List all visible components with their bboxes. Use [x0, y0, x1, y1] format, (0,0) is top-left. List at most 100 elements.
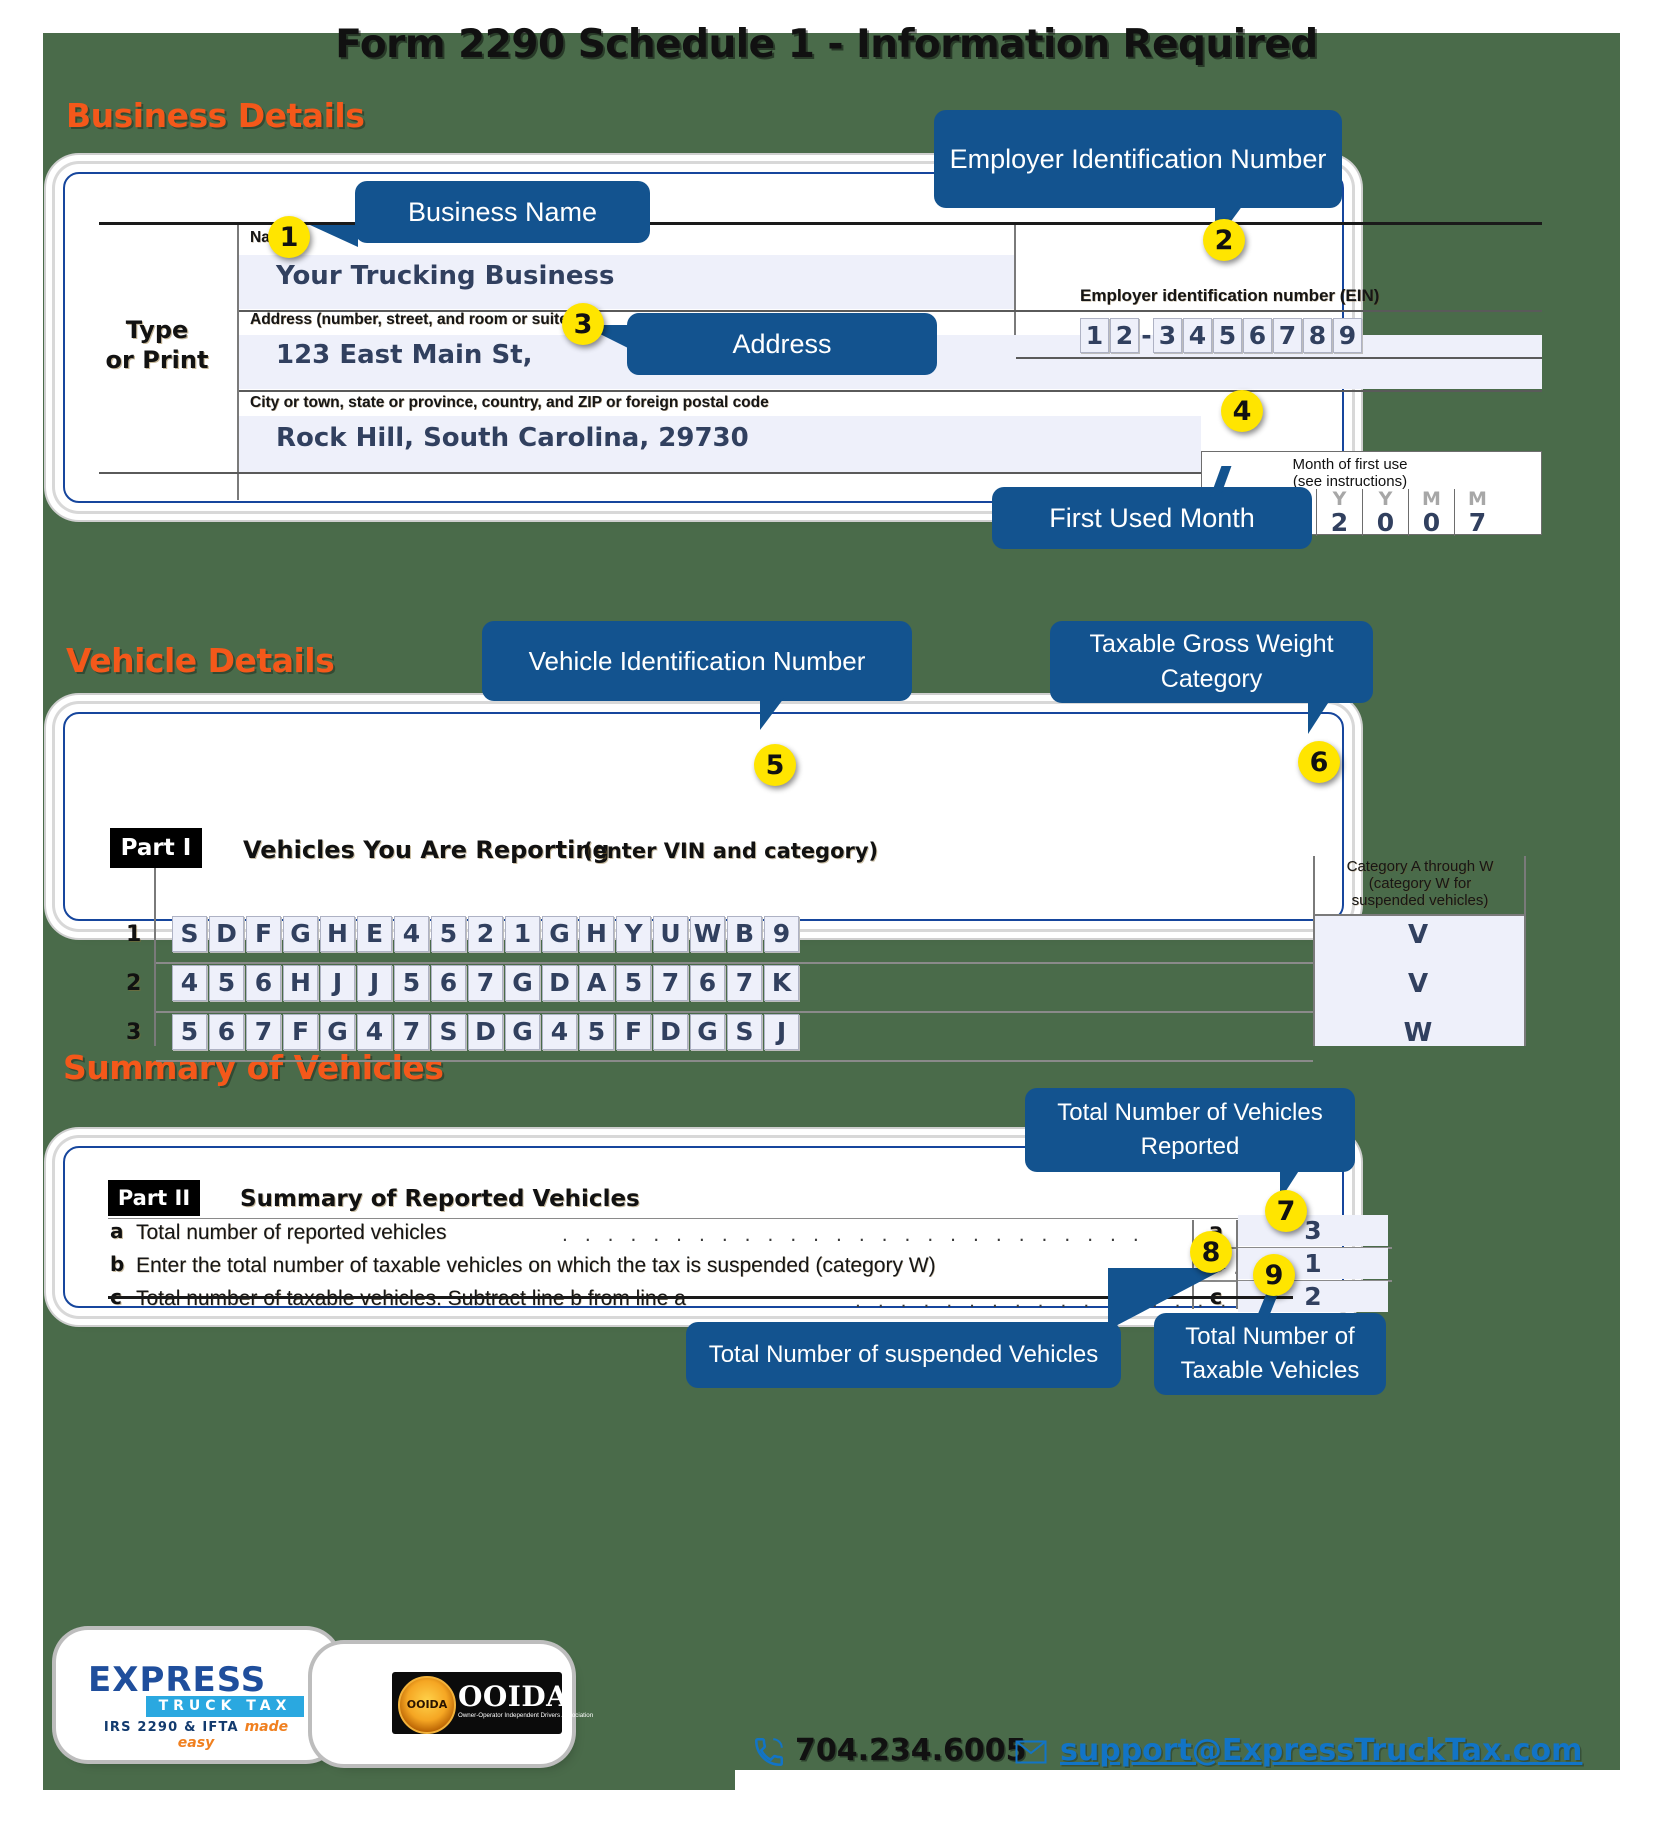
ein-digit-8[interactable]: 8: [1303, 318, 1332, 353]
vehicle-details-form-panel: [63, 712, 1344, 921]
mfu-cell-5[interactable]: M7: [1455, 489, 1500, 536]
category-header-line2: (category W for: [1368, 875, 1472, 892]
vin-char-2-11[interactable]: A: [579, 965, 614, 1001]
vin-char-2-0[interactable]: 4: [172, 965, 207, 1001]
express-truck-tax-logo[interactable]: EXPRESS TRUCK TAX IRS 2290 & IFTA made e…: [88, 1660, 304, 1751]
truck-tax-wordmark: TRUCK TAX: [146, 1696, 304, 1717]
ein-digit-5[interactable]: 5: [1213, 318, 1242, 353]
vin-char-1-3[interactable]: G: [283, 916, 318, 952]
vin-char-1-13[interactable]: U: [653, 916, 688, 952]
vin-char-3-11[interactable]: 5: [579, 1014, 614, 1050]
vin-char-1-11[interactable]: H: [579, 916, 614, 952]
vin-char-1-12[interactable]: Y: [616, 916, 651, 952]
vin-char-1-10[interactable]: G: [542, 916, 577, 952]
section-heading-summary-of-vehicles: Summary of Vehicles: [63, 1048, 444, 1087]
mfu-digit-5[interactable]: 7: [1455, 510, 1500, 536]
vin-char-3-1[interactable]: 6: [209, 1014, 244, 1050]
vin-char-3-8[interactable]: D: [468, 1014, 503, 1050]
vin-char-2-4[interactable]: J: [320, 965, 355, 1001]
vin-char-3-12[interactable]: F: [616, 1014, 651, 1050]
ooida-seal-text: OOIDA: [406, 1698, 448, 1711]
ein-digit-1[interactable]: 2: [1110, 318, 1139, 353]
vin-char-3-15[interactable]: S: [727, 1014, 762, 1050]
address-value[interactable]: 123 East Main St,: [276, 340, 533, 370]
vin-char-3-4[interactable]: G: [320, 1014, 355, 1050]
vin-row-3[interactable]: 567FG47SDG45FDGSJ: [172, 1014, 801, 1050]
vin-char-3-6[interactable]: 7: [394, 1014, 429, 1050]
part-2-title: Summary of Reported Vehicles: [240, 1186, 640, 1212]
mfu-digit-3[interactable]: 0: [1363, 510, 1408, 536]
vin-char-1-7[interactable]: 5: [431, 916, 466, 952]
phone-number[interactable]: 704.234.6005: [795, 1733, 1027, 1768]
vin-char-2-2[interactable]: 6: [246, 965, 281, 1001]
vin-char-1-4[interactable]: H: [320, 916, 355, 952]
vin-char-1-9[interactable]: 1: [505, 916, 540, 952]
ein-digit-6[interactable]: 6: [1243, 318, 1272, 353]
vin-char-3-14[interactable]: G: [690, 1014, 725, 1050]
ooida-logo[interactable]: OOIDA OOIDA Owner-Operator Independent D…: [392, 1672, 593, 1734]
vin-char-1-0[interactable]: S: [172, 916, 207, 952]
ein-digit-0[interactable]: 1: [1080, 318, 1109, 353]
callout-1-tail: [310, 225, 358, 247]
city-value[interactable]: Rock Hill, South Carolina, 29730: [276, 423, 749, 453]
ein-digit-boxes[interactable]: 12-3456789: [1080, 318, 1363, 353]
summary-text-a: Total number of reported vehicles: [136, 1221, 447, 1244]
vin-category-3[interactable]: W: [1316, 1018, 1520, 1048]
vin-char-2-9[interactable]: G: [505, 965, 540, 1001]
mfu-cell-4[interactable]: M0: [1409, 489, 1455, 536]
mfu-digit-2[interactable]: 2: [1317, 510, 1362, 536]
vin-char-3-3[interactable]: F: [283, 1014, 318, 1050]
vin-char-2-7[interactable]: 6: [431, 965, 466, 1001]
vin-char-3-10[interactable]: 4: [542, 1014, 577, 1050]
ooida-wordmark: OOIDA: [458, 1680, 569, 1713]
vin-category-1[interactable]: V: [1316, 920, 1520, 950]
vin-row-1[interactable]: SDFGHE4521GHYUWB9: [172, 916, 801, 952]
vin-char-3-5[interactable]: 4: [357, 1014, 392, 1050]
callout-6-tail: [1308, 700, 1330, 734]
vin-row-rule-2: [156, 1011, 1313, 1013]
vin-char-2-16[interactable]: K: [764, 965, 799, 1001]
vin-char-1-2[interactable]: F: [246, 916, 281, 952]
vin-char-1-16[interactable]: 9: [764, 916, 799, 952]
vin-char-1-8[interactable]: 2: [468, 916, 503, 952]
vin-char-3-0[interactable]: 5: [172, 1014, 207, 1050]
vin-category-2[interactable]: V: [1316, 969, 1520, 999]
mfu-cell-3[interactable]: Y0: [1363, 489, 1409, 536]
mfu-digit-4[interactable]: 0: [1409, 510, 1454, 536]
vin-char-2-13[interactable]: 7: [653, 965, 688, 1001]
vin-char-2-5[interactable]: J: [357, 965, 392, 1001]
vin-row-number-1: 1: [126, 922, 142, 947]
vin-char-2-12[interactable]: 5: [616, 965, 651, 1001]
vin-char-3-9[interactable]: G: [505, 1014, 540, 1050]
summary-value-a[interactable]: 3: [1238, 1215, 1388, 1246]
vin-row-2[interactable]: 456HJJ567GDA5767K: [172, 965, 801, 1001]
vin-char-1-5[interactable]: E: [357, 916, 392, 952]
vin-char-2-10[interactable]: D: [542, 965, 577, 1001]
ein-digit-4[interactable]: 4: [1183, 318, 1212, 353]
express-letter-e: E: [88, 1660, 113, 1700]
vin-char-1-6[interactable]: 4: [394, 916, 429, 952]
ein-digit-3[interactable]: 3: [1153, 318, 1182, 353]
vin-char-3-7[interactable]: S: [431, 1014, 466, 1050]
mfu-header-3: Y: [1378, 488, 1393, 510]
vin-char-2-1[interactable]: 5: [209, 965, 244, 1001]
vin-char-2-15[interactable]: 7: [727, 965, 762, 1001]
vin-char-1-15[interactable]: B: [727, 916, 762, 952]
vin-char-1-14[interactable]: W: [690, 916, 725, 952]
vin-char-2-8[interactable]: 7: [468, 965, 503, 1001]
mfu-cell-2[interactable]: Y2: [1317, 489, 1363, 536]
part-1-subtitle: (enter VIN and category): [583, 839, 879, 863]
vin-char-3-13[interactable]: D: [653, 1014, 688, 1050]
callout-ein: Employer Identification Number: [934, 110, 1342, 208]
ein-digit-7[interactable]: 7: [1273, 318, 1302, 353]
vin-char-2-3[interactable]: H: [283, 965, 318, 1001]
vin-char-1-1[interactable]: D: [209, 916, 244, 952]
ein-digit-9[interactable]: 9: [1333, 318, 1362, 353]
email-address[interactable]: support@ExpressTruckTax.com: [1060, 1733, 1582, 1768]
vin-char-2-14[interactable]: 6: [690, 965, 725, 1001]
callout-suspended-vehicles: Total Number of suspended Vehicles: [686, 1322, 1121, 1388]
name-value[interactable]: Your Trucking Business: [276, 261, 615, 291]
vin-char-3-16[interactable]: J: [764, 1014, 799, 1050]
vin-char-3-2[interactable]: 7: [246, 1014, 281, 1050]
vin-char-2-6[interactable]: 5: [394, 965, 429, 1001]
